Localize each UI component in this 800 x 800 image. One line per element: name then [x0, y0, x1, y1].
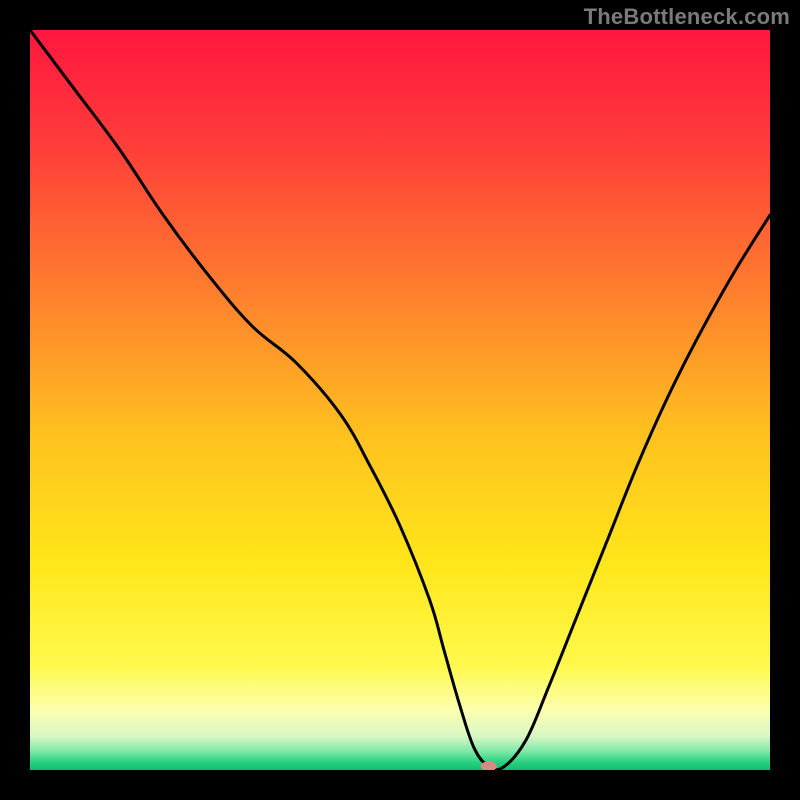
- chart-svg: [30, 30, 770, 770]
- chart-frame: TheBottleneck.com: [0, 0, 800, 800]
- plot-area: [30, 30, 770, 770]
- watermark-text: TheBottleneck.com: [584, 4, 790, 30]
- gradient-background: [30, 30, 770, 770]
